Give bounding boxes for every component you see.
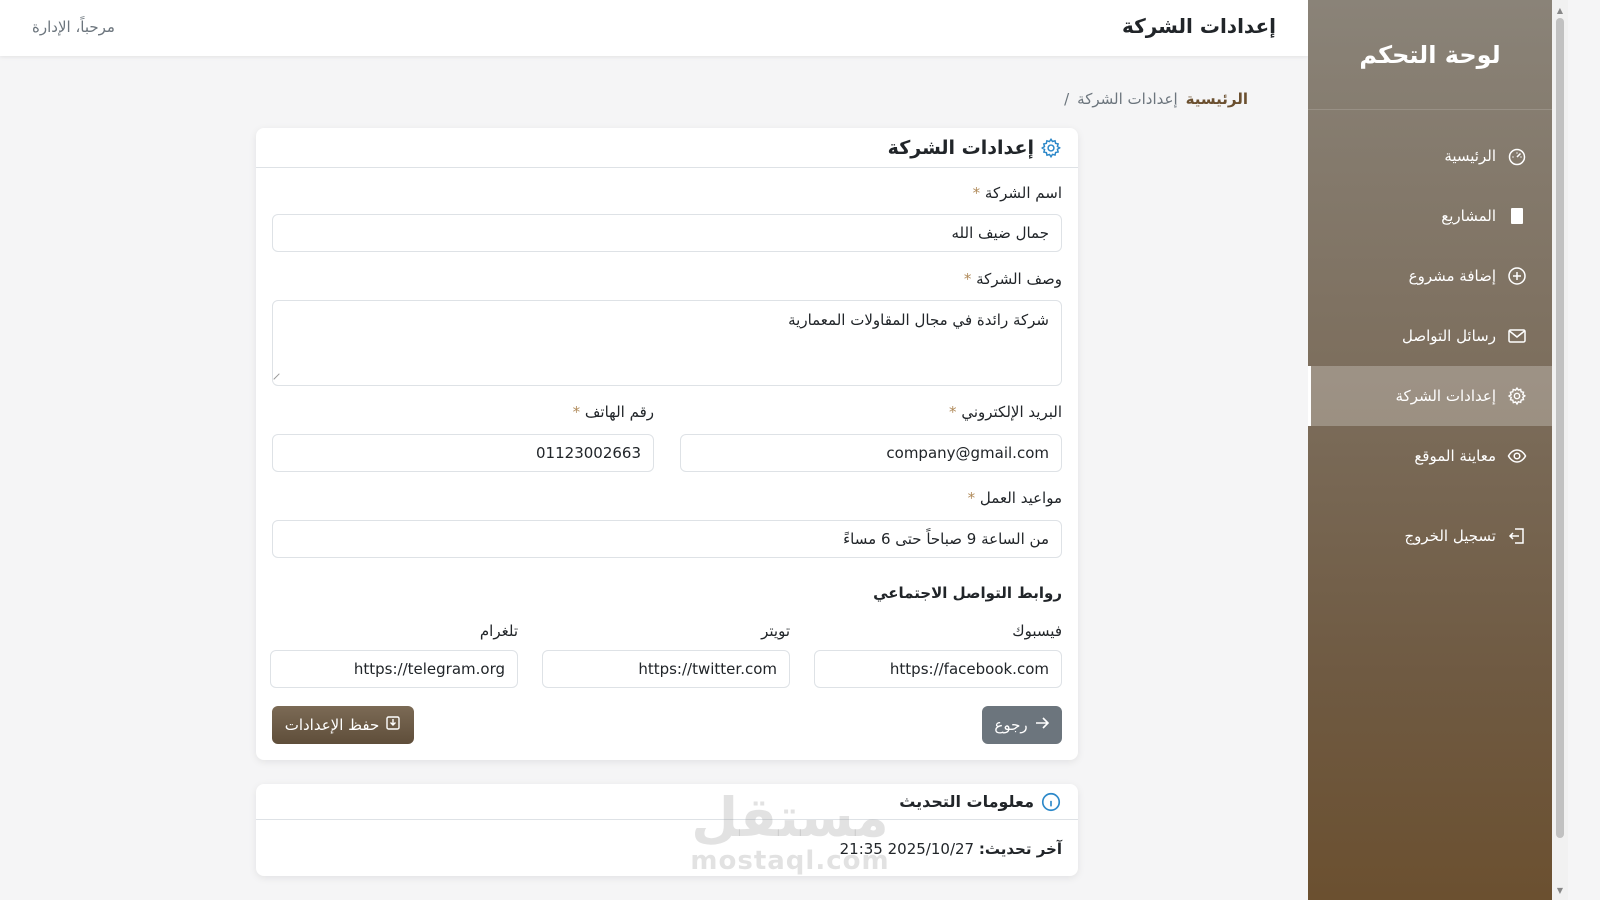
page-scrollbar[interactable]: ▲ ▼ bbox=[1552, 0, 1568, 900]
save-button-label: حفظ الإعدادات bbox=[284, 716, 380, 734]
last-update-value: 2025/10/27 21:35 bbox=[839, 840, 975, 858]
update-info-card: معلومات التحديث آخر تحديث: 2025/10/27 21… bbox=[256, 784, 1078, 876]
phone-label: رقم الهاتف * bbox=[573, 403, 654, 421]
last-update-label: آخر تحديث: bbox=[978, 840, 1062, 858]
speedometer-icon bbox=[1506, 145, 1528, 167]
company-desc-textarea[interactable]: شركة رائدة في مجال المقاولات المعمارية bbox=[272, 300, 1062, 386]
arrow-right-icon bbox=[1034, 715, 1050, 735]
sidebar-item-label: إضافة مشروع bbox=[1408, 267, 1496, 285]
sidebar-item-label: المشاريع bbox=[1441, 207, 1496, 225]
hours-input[interactable]: من الساعة 9 صباحاً حتى 6 مساءً bbox=[272, 520, 1062, 558]
telegram-input[interactable]: https://telegram.org bbox=[270, 650, 518, 688]
sidebar-item-preview-site[interactable]: معاينة الموقع bbox=[1308, 426, 1552, 486]
required-mark: * bbox=[972, 184, 981, 202]
welcome-text: مرحباً، الإدارة bbox=[32, 18, 115, 36]
breadcrumb: الرئيسية إعدادات الشركة / bbox=[1064, 90, 1248, 108]
breadcrumb-home[interactable]: الرئيسية bbox=[1186, 90, 1248, 108]
settings-card: إعدادات الشركة اسم الشركة * جمال ضيف الل… bbox=[256, 128, 1078, 760]
sidebar-item-label: إعدادات الشركة bbox=[1395, 387, 1496, 405]
required-mark: * bbox=[967, 489, 976, 507]
twitter-input[interactable]: https://twitter.com bbox=[542, 650, 790, 688]
sidebar-title: لوحة التحكم bbox=[1308, 0, 1552, 110]
scrollbar-thumb[interactable] bbox=[1556, 18, 1564, 838]
logout-icon bbox=[1506, 525, 1528, 547]
back-button[interactable]: رجوع bbox=[982, 706, 1062, 744]
phone-input[interactable]: 01123002663 bbox=[272, 434, 654, 472]
settings-card-header: إعدادات الشركة bbox=[256, 128, 1078, 168]
settings-card-title: إعدادات الشركة bbox=[887, 136, 1034, 159]
gear-icon bbox=[1040, 137, 1062, 159]
envelope-icon bbox=[1506, 325, 1528, 347]
phone-label-text: رقم الهاتف bbox=[584, 403, 654, 421]
company-desc-value: شركة رائدة في مجال المقاولات المعمارية bbox=[788, 311, 1049, 329]
required-mark: * bbox=[963, 270, 972, 288]
breadcrumb-current: إعدادات الشركة bbox=[1077, 90, 1178, 108]
sidebar-item-home[interactable]: الرئيسية bbox=[1308, 126, 1552, 186]
facebook-label: فيسبوك bbox=[1012, 622, 1062, 640]
email-input[interactable]: company@gmail.com bbox=[680, 434, 1062, 472]
sidebar-nav: الرئيسية المشاريع إضافة مشروع رسائل التو… bbox=[1308, 126, 1552, 566]
sidebar: لوحة التحكم الرئيسية المشاريع إضافة مشرو… bbox=[1308, 0, 1552, 900]
telegram-label: تلغرام bbox=[479, 622, 518, 640]
page-title: إعدادات الشركة bbox=[1121, 14, 1276, 38]
sidebar-item-label: الرئيسية bbox=[1444, 147, 1496, 165]
email-label-text: البريد الإلكتروني bbox=[961, 403, 1062, 421]
plus-circle-icon bbox=[1506, 265, 1528, 287]
eye-icon bbox=[1506, 445, 1528, 467]
company-desc-label: وصف الشركة * bbox=[964, 270, 1062, 288]
top-bar: إعدادات الشركة مرحباً، الإدارة bbox=[0, 0, 1308, 56]
required-mark: * bbox=[949, 403, 957, 421]
sidebar-item-logout[interactable]: تسجيل الخروج bbox=[1308, 506, 1552, 566]
sidebar-item-add-project[interactable]: إضافة مشروع bbox=[1308, 246, 1552, 306]
sidebar-item-company-settings[interactable]: إعدادات الشركة bbox=[1308, 366, 1552, 426]
breadcrumb-separator: / bbox=[1064, 90, 1070, 108]
hours-label: مواعيد العمل * bbox=[968, 489, 1062, 507]
save-icon bbox=[385, 715, 401, 735]
update-info-header: معلومات التحديث bbox=[256, 784, 1078, 820]
sidebar-item-label: رسائل التواصل bbox=[1402, 327, 1496, 345]
hours-label-text: مواعيد العمل bbox=[979, 489, 1062, 507]
email-label: البريد الإلكتروني * bbox=[949, 403, 1062, 421]
gear-icon bbox=[1506, 385, 1528, 407]
company-name-label-text: اسم الشركة bbox=[984, 184, 1062, 202]
sidebar-item-label: معاينة الموقع bbox=[1414, 447, 1496, 465]
scroll-down-arrow-icon[interactable]: ▼ bbox=[1552, 882, 1568, 898]
scroll-up-arrow-icon[interactable]: ▲ bbox=[1552, 2, 1568, 18]
company-name-label: اسم الشركة * bbox=[973, 184, 1062, 202]
last-update-line: آخر تحديث: 2025/10/27 21:35 bbox=[840, 840, 1062, 858]
save-settings-button[interactable]: حفظ الإعدادات bbox=[272, 706, 414, 744]
update-info-title: معلومات التحديث bbox=[899, 792, 1034, 811]
page-edge bbox=[1568, 0, 1600, 900]
sidebar-item-projects[interactable]: المشاريع bbox=[1308, 186, 1552, 246]
facebook-input[interactable]: https://facebook.com bbox=[814, 650, 1062, 688]
resize-handle[interactable] bbox=[273, 373, 285, 385]
back-button-label: رجوع bbox=[994, 716, 1028, 734]
company-desc-label-text: وصف الشركة bbox=[976, 270, 1062, 288]
info-icon bbox=[1040, 791, 1062, 813]
sidebar-item-messages[interactable]: رسائل التواصل bbox=[1308, 306, 1552, 366]
company-name-input[interactable]: جمال ضيف الله bbox=[272, 214, 1062, 252]
social-links-title: روابط التواصل الاجتماعي bbox=[873, 584, 1062, 602]
twitter-label: تويتر bbox=[761, 622, 790, 640]
required-mark: * bbox=[572, 403, 581, 421]
file-icon bbox=[1506, 205, 1528, 227]
sidebar-item-label: تسجيل الخروج bbox=[1404, 527, 1496, 545]
